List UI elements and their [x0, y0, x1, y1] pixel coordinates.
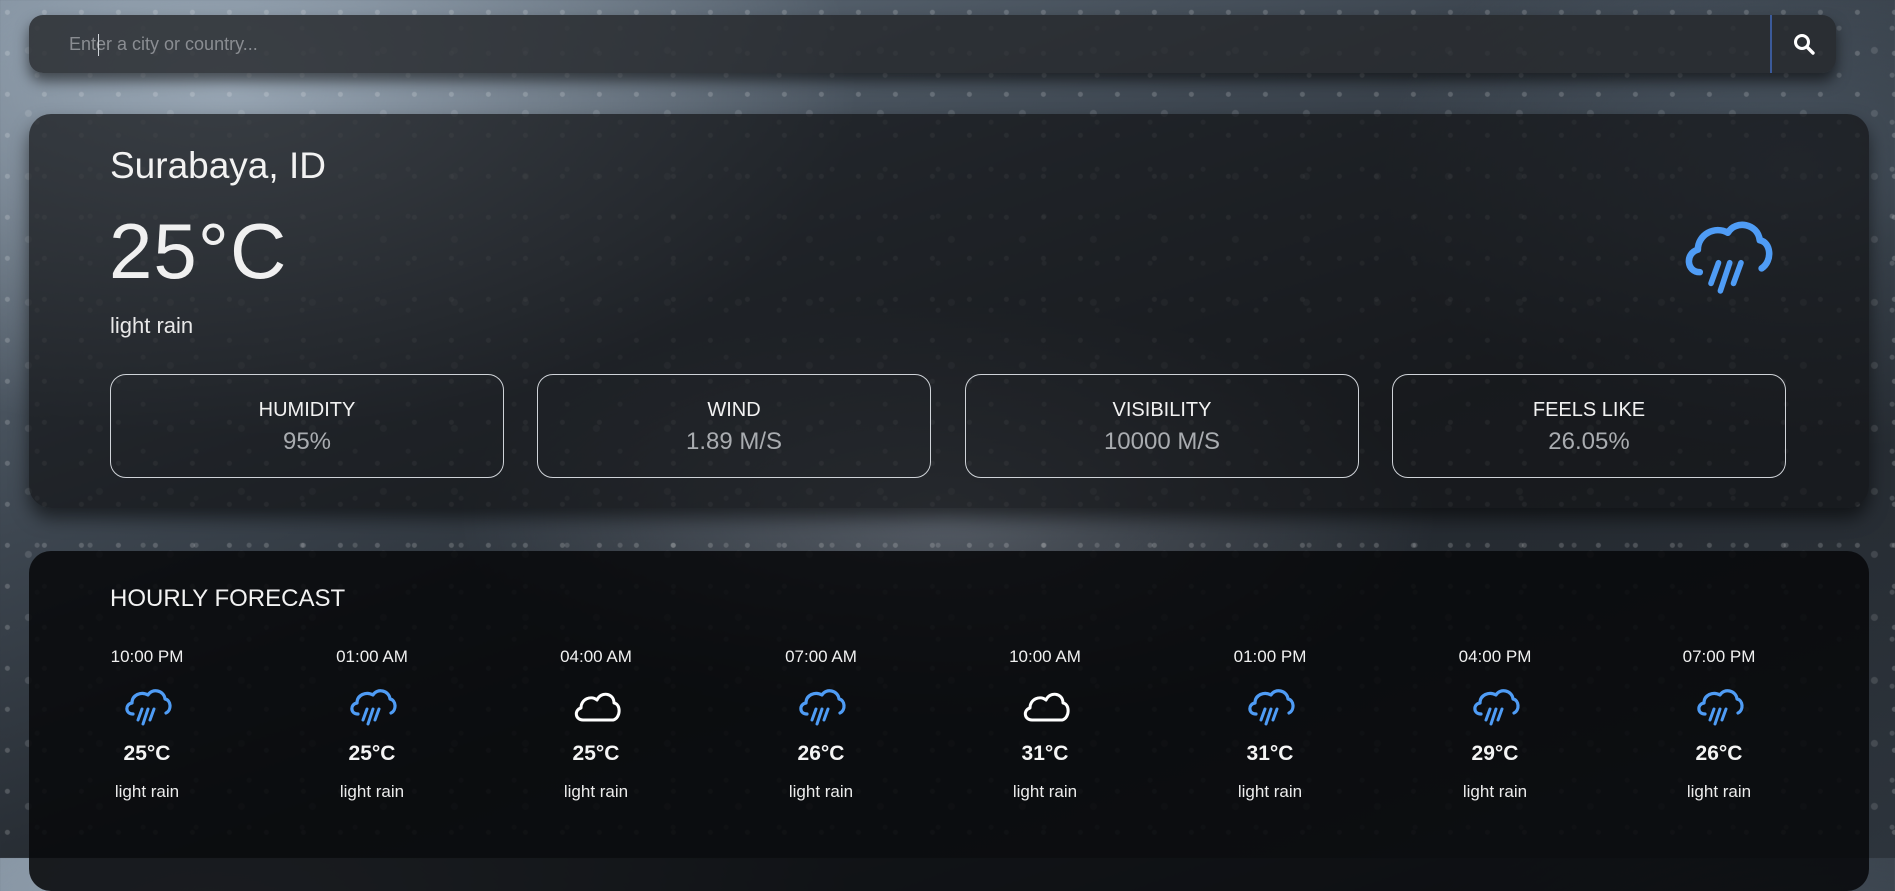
- rain-cloud-icon: [350, 689, 397, 726]
- hour-temp: 25°C: [348, 742, 396, 765]
- hourly-item: 07:00 PM 26°C light rain: [1644, 647, 1794, 802]
- stat-value: 26.05%: [1548, 428, 1630, 455]
- hour-time: 04:00 AM: [560, 647, 632, 666]
- hour-desc: light rain: [339, 782, 405, 801]
- hourly-forecast-title: HOURLY FORECAST: [110, 585, 346, 612]
- humidity-stat: HUMIDITY 95%: [110, 374, 504, 478]
- hour-temp: 26°C: [797, 742, 845, 765]
- hour-temp: 31°C: [1246, 742, 1294, 765]
- hourly-forecast-card: HOURLY FORECAST 10:00 PM 25°C light rain…: [29, 551, 1869, 891]
- hour-time: 10:00 AM: [1009, 647, 1081, 666]
- current-weather-card: Surabaya, ID 25°C light rain HUMIDITY 95…: [29, 114, 1869, 508]
- hourly-item: 04:00 PM 29°C light rain: [1420, 647, 1570, 802]
- hour-desc: light rain: [1012, 782, 1078, 801]
- hour-desc: light rain: [788, 782, 854, 801]
- weather-description: light rain: [110, 313, 194, 338]
- hourly-item: 07:00 AM 26°C light rain: [746, 647, 896, 802]
- hour-desc: light rain: [114, 782, 180, 801]
- feels-like-stat: FEELS LIKE 26.05%: [1392, 374, 1786, 478]
- search-input[interactable]: [29, 15, 1770, 73]
- stat-value: 95%: [282, 428, 332, 455]
- hour-time: 01:00 PM: [1233, 647, 1307, 666]
- rain-cloud-icon: [1685, 221, 1773, 294]
- hourly-item: 01:00 PM 31°C light rain: [1195, 647, 1345, 802]
- hour-temp: 26°C: [1695, 742, 1743, 765]
- wind-stat: WIND 1.89 M/S: [537, 374, 931, 478]
- hour-temp: 31°C: [1021, 742, 1069, 765]
- search-icon: [1794, 34, 1815, 55]
- stat-label: VISIBILITY: [1112, 399, 1212, 421]
- hourly-item: 01:00 AM 25°C light rain: [297, 647, 447, 802]
- hour-desc: light rain: [563, 782, 629, 801]
- hour-temp: 25°C: [123, 742, 171, 765]
- stat-label: HUMIDITY: [258, 399, 356, 421]
- rain-cloud-icon: [1248, 689, 1295, 726]
- stat-label: WIND: [707, 399, 761, 421]
- hour-time: 07:00 AM: [785, 647, 857, 666]
- stat-label: FEELS LIKE: [1532, 399, 1646, 421]
- hour-time: 07:00 PM: [1682, 647, 1756, 666]
- stat-value: 1.89 M/S: [685, 428, 783, 455]
- hourly-item: 10:00 AM 31°C light rain: [970, 647, 1120, 802]
- cloud-icon: [574, 692, 621, 722]
- hourly-item: 04:00 AM 25°C light rain: [521, 647, 671, 802]
- location-name: Surabaya, ID: [110, 145, 326, 186]
- rain-cloud-icon: [799, 689, 846, 726]
- rain-cloud-icon: [1697, 689, 1744, 726]
- rain-cloud-icon: [1473, 689, 1520, 726]
- hourly-item: 10:00 PM 25°C light rain: [72, 647, 222, 802]
- hour-time: 01:00 AM: [336, 647, 408, 666]
- search-button[interactable]: [1770, 15, 1836, 73]
- hour-desc: light rain: [1462, 782, 1528, 801]
- hour-temp: 29°C: [1471, 742, 1519, 765]
- current-temperature: 25°C: [109, 207, 288, 295]
- rain-cloud-icon: [125, 689, 172, 726]
- visibility-stat: VISIBILITY 10000 M/S: [965, 374, 1359, 478]
- stat-value: 10000 M/S: [1103, 428, 1221, 455]
- search-bar: [29, 15, 1836, 73]
- hour-temp: 25°C: [572, 742, 620, 765]
- hour-time: 10:00 PM: [110, 647, 184, 666]
- hour-time: 04:00 PM: [1458, 647, 1532, 666]
- text-caret: [98, 34, 99, 56]
- cloud-icon: [1023, 692, 1070, 722]
- hour-desc: light rain: [1686, 782, 1752, 801]
- hour-desc: light rain: [1237, 782, 1303, 801]
